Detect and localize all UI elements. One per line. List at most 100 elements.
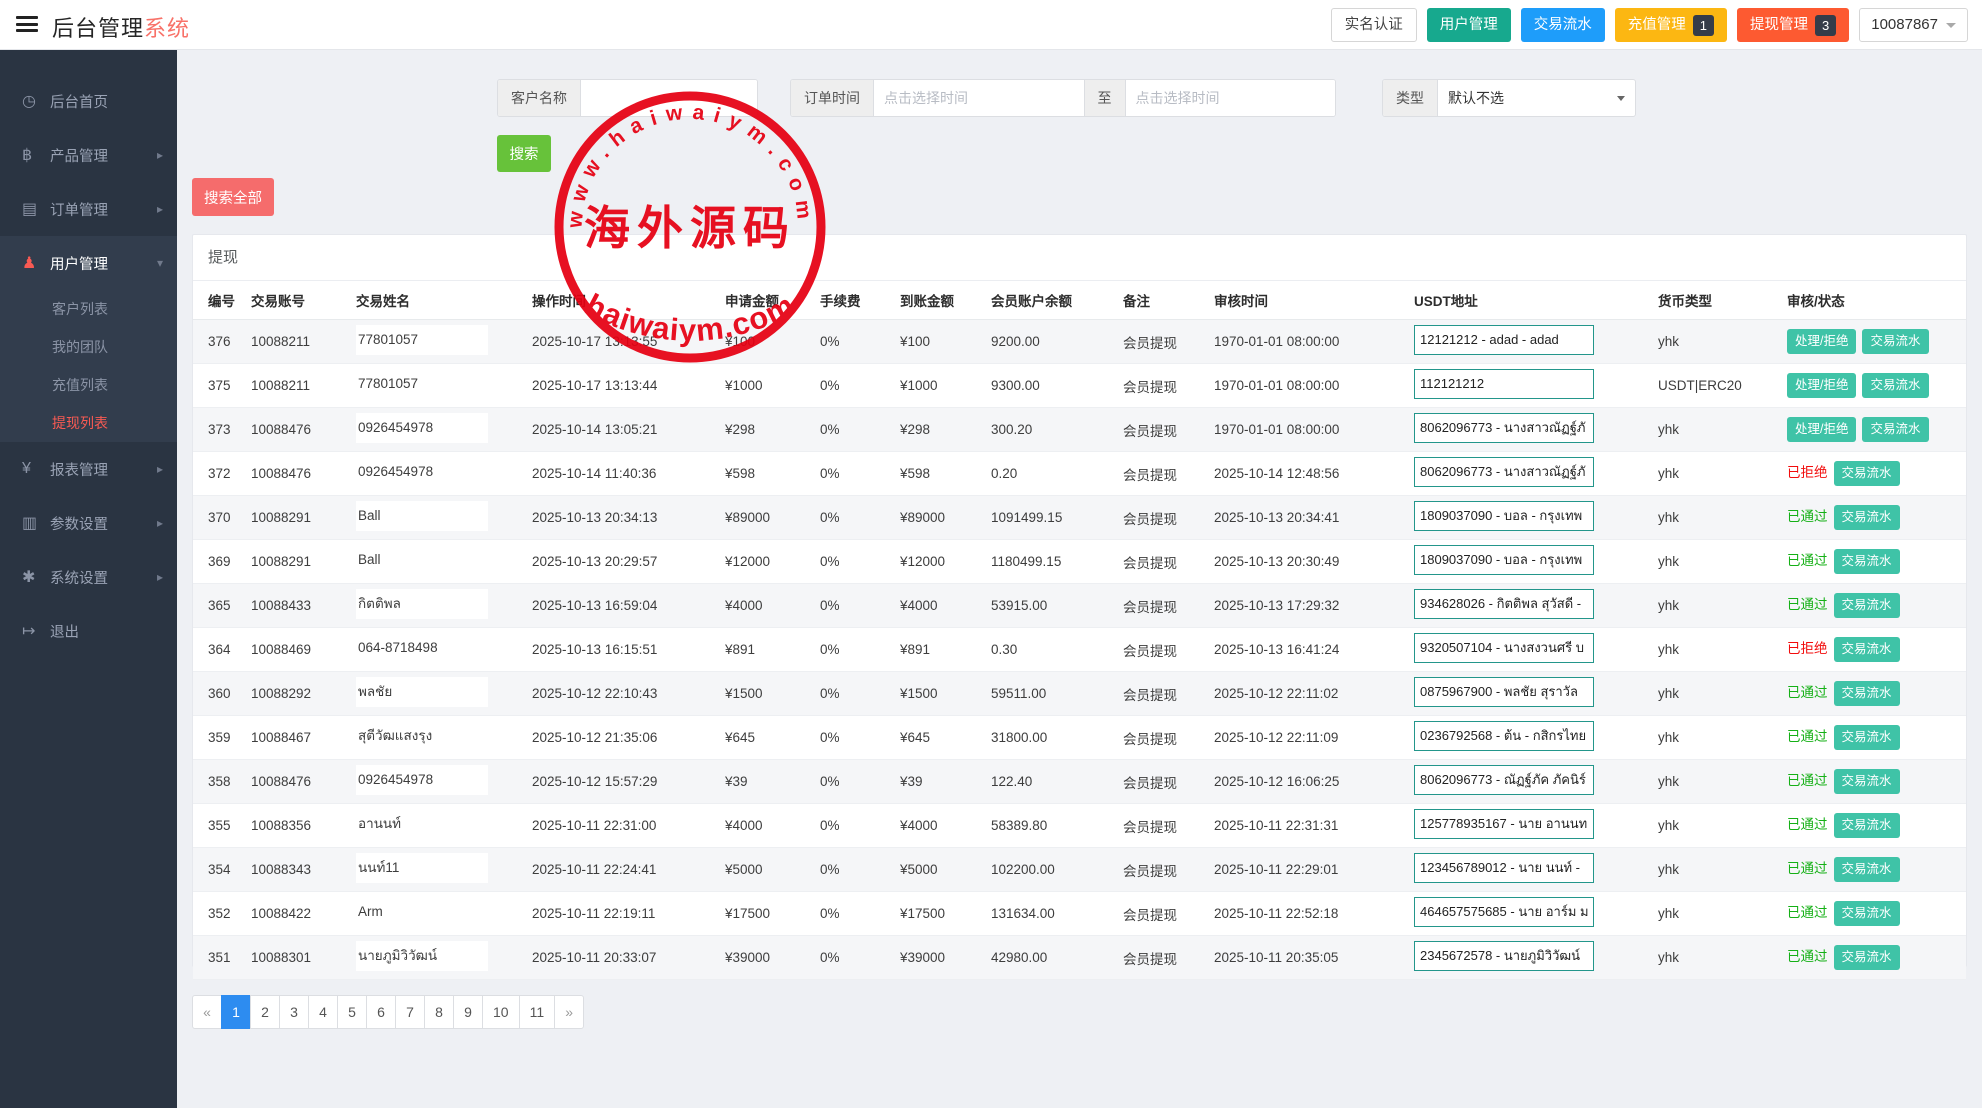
trade-flow-row-button[interactable]: 交易流水 <box>1862 417 1928 442</box>
usdt-address-field[interactable]: 1809037090 - บอล - กรุงเทพ <box>1414 501 1594 531</box>
cell-apply-amount: ¥39000 <box>719 936 814 980</box>
table-row: 35510088356อานนท์2025-10-11 22:31:00¥400… <box>193 804 1966 848</box>
order-time-start-input[interactable] <box>874 80 1084 116</box>
pagination-page-9[interactable]: 9 <box>453 995 483 1029</box>
cell-name: กิตติพล <box>350 584 526 628</box>
trade-flow-row-button[interactable]: 交易流水 <box>1834 901 1900 926</box>
cell-id: 375 <box>193 364 245 408</box>
sidebar-subitem-客户列表[interactable]: 客户列表 <box>0 290 177 328</box>
type-select[interactable]: 默认不选 <box>1438 80 1635 116</box>
process-reject-button[interactable]: 处理/拒绝 <box>1787 329 1856 354</box>
sidebar-item-报表管理[interactable]: ¥报表管理▸ <box>0 442 177 496</box>
trade-flow-row-button[interactable]: 交易流水 <box>1834 857 1900 882</box>
trade-flow-row-button[interactable]: 交易流水 <box>1834 681 1900 706</box>
column-header: 申请金额 <box>719 281 814 320</box>
sidebar-item-后台首页[interactable]: ◷后台首页 <box>0 74 177 128</box>
user-management-button[interactable]: 用户管理 <box>1427 8 1511 42</box>
cell-arrive-amount: ¥298 <box>894 408 985 452</box>
status-approved-label: 已通过 <box>1787 685 1828 700</box>
cell-id: 370 <box>193 496 245 540</box>
pagination-page-11[interactable]: 11 <box>519 995 556 1029</box>
pagination-page-10[interactable]: 10 <box>482 995 520 1029</box>
pagination-page-6[interactable]: 6 <box>366 995 396 1029</box>
pagination-page-8[interactable]: 8 <box>424 995 454 1029</box>
usdt-address-field[interactable]: 8062096773 - นางสาวณัฏฐ์ภั <box>1414 413 1594 443</box>
usdt-address-field[interactable]: 9320507104 - นางสงวนศรี บ <box>1414 633 1594 663</box>
trade-flow-row-button[interactable]: 交易流水 <box>1834 945 1900 970</box>
search-all-button[interactable]: 搜索全部 <box>192 178 274 216</box>
trade-flow-row-button[interactable]: 交易流水 <box>1834 725 1900 750</box>
pagination-prev[interactable]: « <box>192 995 222 1029</box>
cell-fee: 0% <box>814 496 894 540</box>
cell-id: 365 <box>193 584 245 628</box>
usdt-address-field[interactable]: 12121212 - adad - adad <box>1414 325 1594 355</box>
pagination-page-3[interactable]: 3 <box>279 995 309 1029</box>
yen-icon: ¥ <box>22 460 50 478</box>
recharge-management-button[interactable]: 充值管理 1 <box>1615 8 1727 42</box>
order-time-group: 订单时间 至 <box>790 79 1336 117</box>
trade-flow-row-button[interactable]: 交易流水 <box>1862 329 1928 354</box>
sidebar-item-系统设置[interactable]: ✱系统设置▸ <box>0 550 177 604</box>
sidebar-item-订单管理[interactable]: ▤订单管理▸ <box>0 182 177 236</box>
process-reject-button[interactable]: 处理/拒绝 <box>1787 373 1856 398</box>
sidebar-item-用户管理[interactable]: ♟用户管理▾ <box>0 236 177 290</box>
sidebar-subitem-充值列表[interactable]: 充值列表 <box>0 366 177 404</box>
hamburger-menu-icon[interactable] <box>16 16 38 34</box>
usdt-address-field[interactable]: 125778935167 - นาย อานนท <box>1414 809 1594 839</box>
trade-flow-row-button[interactable]: 交易流水 <box>1834 461 1900 486</box>
trade-flow-button[interactable]: 交易流水 <box>1521 8 1605 42</box>
cell-audit-time: 2025-10-11 22:29:01 <box>1208 848 1408 892</box>
trade-flow-row-button[interactable]: 交易流水 <box>1834 505 1900 530</box>
trade-flow-row-button[interactable]: 交易流水 <box>1834 549 1900 574</box>
pagination-next[interactable]: » <box>554 995 584 1029</box>
usdt-address-field[interactable]: 8062096773 - ณัฏฐ์ภัค ภัคนิร์ <box>1414 765 1594 795</box>
sidebar-item-退出[interactable]: ↦退出 <box>0 604 177 658</box>
cell-op-time: 2025-10-12 21:35:06 <box>526 716 719 760</box>
cell-account: 10088343 <box>245 848 350 892</box>
trade-flow-row-button[interactable]: 交易流水 <box>1834 637 1900 662</box>
withdraw-management-button[interactable]: 提现管理 3 <box>1737 8 1849 42</box>
realname-auth-button[interactable]: 实名认证 <box>1331 8 1417 42</box>
cell-remark: 会员提现 <box>1117 716 1208 760</box>
order-time-end-input[interactable] <box>1126 80 1336 116</box>
search-button[interactable]: 搜索 <box>497 135 551 172</box>
pagination-page-1[interactable]: 1 <box>221 995 251 1029</box>
usdt-address-field[interactable]: 0875967900 - พลชัย สุราวัล <box>1414 677 1594 707</box>
trade-flow-row-button[interactable]: 交易流水 <box>1862 373 1928 398</box>
usdt-address-field[interactable]: 112121212 <box>1414 369 1594 399</box>
cell-name: 0926454978 <box>350 452 526 496</box>
trade-flow-row-button[interactable]: 交易流水 <box>1834 813 1900 838</box>
usdt-address-field[interactable]: 0236792568 - ต้น - กสิกรไทย <box>1414 721 1594 751</box>
sidebar-subitem-我的团队[interactable]: 我的团队 <box>0 328 177 366</box>
pagination-page-5[interactable]: 5 <box>337 995 367 1029</box>
usdt-address-field[interactable]: 464657575685 - นาย อาร์ม ม <box>1414 897 1594 927</box>
sidebar-item-产品管理[interactable]: ฿产品管理▸ <box>0 128 177 182</box>
usdt-address-field[interactable]: 1809037090 - บอล - กรุงเทพ <box>1414 545 1594 575</box>
usdt-address-field[interactable]: 8062096773 - นางสาวณัฏฐ์ภั <box>1414 457 1594 487</box>
cell-usdt-address: 8062096773 - นางสาวณัฏฐ์ภั <box>1408 408 1652 452</box>
withdraw-panel: 提现 编号交易账号交易姓名操作时间申请金额手续费到账金额会员账户余额备注审核时间… <box>192 234 1967 967</box>
cell-audit-time: 1970-01-01 08:00:00 <box>1208 408 1408 452</box>
usdt-address-field[interactable]: 2345672578 - นายภูมิวิวัฒน์ <box>1414 941 1594 971</box>
usdt-address-field[interactable]: 934628026 - กิตติพล สุวัสดี - <box>1414 589 1594 619</box>
column-header: 交易账号 <box>245 281 350 320</box>
cell-usdt-address: 123456789012 - นาย นนท์ - <box>1408 848 1652 892</box>
usdt-address-field[interactable]: 123456789012 - นาย นนท์ - <box>1414 853 1594 883</box>
app-title: 后台管理系统 <box>52 11 190 43</box>
account-dropdown[interactable]: 10087867 <box>1859 8 1968 42</box>
cell-id: 358 <box>193 760 245 804</box>
process-reject-button[interactable]: 处理/拒绝 <box>1787 417 1856 442</box>
sidebar-item-参数设置[interactable]: ▥参数设置▸ <box>0 496 177 550</box>
pagination-page-2[interactable]: 2 <box>250 995 280 1029</box>
trade-flow-row-button[interactable]: 交易流水 <box>1834 593 1900 618</box>
cell-name: 0926454978 <box>350 760 526 804</box>
pagination-page-4[interactable]: 4 <box>308 995 338 1029</box>
sidebar-subitem-提现列表[interactable]: 提现列表 <box>0 404 177 442</box>
table-row: 36510088433กิตติพล2025-10-13 16:59:04¥40… <box>193 584 1966 628</box>
pagination-page-7[interactable]: 7 <box>395 995 425 1029</box>
column-header: 编号 <box>193 281 245 320</box>
customer-name-input[interactable] <box>581 80 757 116</box>
table-header-row: 编号交易账号交易姓名操作时间申请金额手续费到账金额会员账户余额备注审核时间USD… <box>193 281 1966 320</box>
cell-name: 77801057 <box>350 364 526 408</box>
trade-flow-row-button[interactable]: 交易流水 <box>1834 769 1900 794</box>
